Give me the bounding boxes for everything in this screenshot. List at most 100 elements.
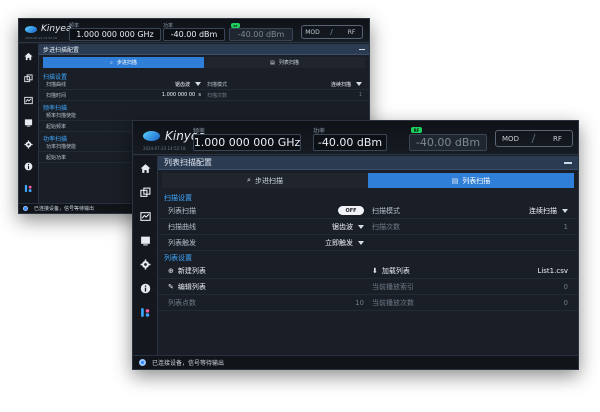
- frequency-field[interactable]: 1.000 000 000 GHz: [69, 28, 161, 41]
- sweep-curve-value: 锯齿波: [174, 81, 190, 88]
- brand-icon: [19, 178, 39, 198]
- section-sweep-settings: 扫描设置: [43, 74, 68, 81]
- power-enable-label: 功率扫描使能: [46, 143, 77, 150]
- list-icon: ▤: [270, 59, 275, 66]
- settings-row: ⊕ 新建列表 ⬇ 加载列表 List1.csv: [158, 263, 578, 279]
- mod-button[interactable]: MOD: [302, 26, 323, 38]
- tab-list-sweep[interactable]: ▤ 列表扫描: [204, 57, 365, 68]
- edit-icon: ✎: [168, 282, 174, 291]
- switch-divider: [525, 131, 543, 146]
- sweep-curve-label: 扫描曲线: [168, 222, 196, 231]
- tab-step-sweep[interactable]: ⌕ 步进扫描: [162, 173, 368, 188]
- list-trigger-label: 列表触发: [168, 238, 196, 247]
- plus-circle-icon: ⊕: [168, 266, 174, 275]
- mod-rf-switch[interactable]: MOD RF: [301, 25, 363, 39]
- home-icon[interactable]: [133, 157, 158, 180]
- chart-icon[interactable]: [19, 90, 39, 110]
- load-list-button[interactable]: ⬇ 加载列表: [372, 266, 410, 276]
- gear-icon[interactable]: [19, 134, 39, 154]
- load-list-label: 加载列表: [381, 266, 410, 275]
- start-freq-label: 起始频率: [46, 123, 67, 130]
- gear-icon[interactable]: [133, 253, 158, 276]
- sweep-time-label: 扫描时间: [46, 92, 67, 99]
- sweep-mode-select[interactable]: 连续扫描: [331, 81, 362, 88]
- sweep-count-value: 1: [358, 92, 362, 98]
- amplitude-readout: -40.00 dBm: [409, 134, 487, 151]
- settings-row: ✎ 编辑列表 当前播放索引 0: [158, 279, 578, 295]
- sweep-tabs: ⌕ 步进扫描 ▤ 列表扫描: [43, 57, 365, 68]
- list-trigger-select[interactable]: 立即触发: [325, 238, 364, 248]
- datetime-label: 2024-07-23 14:52:18: [143, 146, 186, 151]
- panel-title-bar: 步进扫描配置: [39, 44, 369, 55]
- load-list-value: List1.csv: [537, 266, 568, 275]
- tab-step-sweep[interactable]: ⌕ 步进扫描: [43, 57, 204, 68]
- status-text: 已连接设备，信号等待输出: [152, 360, 225, 367]
- collapse-icon[interactable]: [359, 48, 365, 50]
- info-icon[interactable]: [19, 156, 39, 176]
- list-sweep-cell[interactable]: 列表扫描 OFF: [164, 206, 368, 216]
- play-index-cell: 当前播放索引 0: [368, 282, 572, 292]
- section-list-settings: 列表设置: [164, 254, 192, 262]
- home-icon[interactable]: [19, 46, 39, 66]
- sweep-mode-value: 连续扫描: [330, 81, 351, 88]
- edit-list-cell[interactable]: ✎ 编辑列表: [164, 282, 368, 292]
- section-sweep-settings: 扫描设置: [164, 194, 192, 202]
- new-list-cell[interactable]: ⊕ 新建列表: [164, 266, 368, 276]
- load-list-cell[interactable]: ⬇ 加载列表 List1.csv: [368, 266, 572, 276]
- rf-button[interactable]: RF: [543, 131, 572, 146]
- freq-enable-cell[interactable]: 频率扫描使能: [43, 112, 204, 119]
- amplitude-field[interactable]: -40.00 dBm: [313, 134, 387, 151]
- logo-mark-icon: [143, 131, 160, 141]
- chart-icon[interactable]: [133, 205, 158, 228]
- rf-button[interactable]: RF: [341, 26, 362, 38]
- sweep-time-unit: s: [198, 92, 201, 98]
- settings-row: 列表触发 立即触发: [158, 235, 578, 251]
- amplitude-field[interactable]: -40.00 dBm: [163, 28, 225, 41]
- sweep-curve-cell[interactable]: 扫描曲线 锯齿波: [43, 81, 204, 88]
- play-count-cell: 当前播放次数 0: [368, 298, 572, 308]
- mod-button[interactable]: MOD: [496, 131, 525, 146]
- mod-rf-switch[interactable]: MOD RF: [495, 130, 573, 147]
- new-list-button[interactable]: ⊕ 新建列表: [168, 266, 206, 276]
- sweep-time-field[interactable]: 1.000 000 00 s: [162, 92, 201, 98]
- list-trigger-cell[interactable]: 列表触发 立即触发: [164, 238, 368, 248]
- tab-list-sweep[interactable]: ▤ 列表扫描: [368, 173, 574, 188]
- sweep-curve-select[interactable]: 锯齿波: [332, 222, 364, 232]
- sweep-icon[interactable]: [133, 181, 158, 204]
- frequency-field[interactable]: 1.000 000 000 GHz: [193, 134, 301, 151]
- sweep-count-label: 扫描次数: [372, 222, 400, 231]
- tab-step-label: 步进扫描: [116, 60, 137, 66]
- status-bar: 已连接设备，信号等待输出: [133, 355, 578, 369]
- panel-title-bar: 列表扫描配置: [158, 156, 578, 170]
- edit-list-button[interactable]: ✎ 编辑列表: [168, 282, 206, 292]
- list-sweep-label: 列表扫描: [168, 206, 196, 215]
- panel-title: 列表扫描配置: [164, 158, 212, 167]
- panel-title: 步进扫描配置: [43, 46, 80, 54]
- sweep-count-label: 扫描次数: [207, 92, 228, 99]
- sweep-icon[interactable]: [19, 68, 39, 88]
- rf-status-badge: RF: [411, 127, 422, 133]
- front-window: Kinyea 2024-07-23 14:52:18 频率 1.000 000 …: [132, 120, 579, 370]
- sweep-count-cell: 扫描次数 1: [368, 222, 572, 232]
- window-icon[interactable]: [19, 112, 39, 132]
- tab-step-label: 步进扫描: [254, 176, 283, 185]
- freq-enable-label: 频率扫描使能: [46, 112, 77, 119]
- start-power-label: 起始功率: [46, 154, 67, 161]
- sweep-mode-label: 扫描模式: [372, 206, 400, 215]
- status-dot-icon: [23, 206, 28, 211]
- sweep-time-cell[interactable]: 扫描时间 1.000 000 00 s: [43, 92, 204, 99]
- collapse-icon[interactable]: [564, 161, 572, 164]
- sweep-curve-cell[interactable]: 扫描曲线 锯齿波: [164, 222, 368, 232]
- sweep-mode-cell[interactable]: 扫描模式 连续扫描: [204, 81, 365, 88]
- sweep-mode-cell[interactable]: 扫描模式 连续扫描: [368, 206, 572, 216]
- tab-list-label: 列表扫描: [278, 60, 299, 66]
- info-icon[interactable]: [133, 277, 158, 300]
- window-icon[interactable]: [133, 229, 158, 252]
- list-sweep-toggle[interactable]: OFF: [338, 206, 364, 215]
- sweep-mode-select[interactable]: 连续扫描: [529, 206, 568, 216]
- settings-row: 扫描时间 1.000 000 00 s 扫描次数 1: [39, 90, 369, 101]
- logo-mark-icon: [25, 25, 37, 33]
- play-count-value: 0: [563, 298, 568, 307]
- play-index-value: 0: [563, 282, 568, 291]
- sweep-curve-select[interactable]: 锯齿波: [175, 81, 201, 88]
